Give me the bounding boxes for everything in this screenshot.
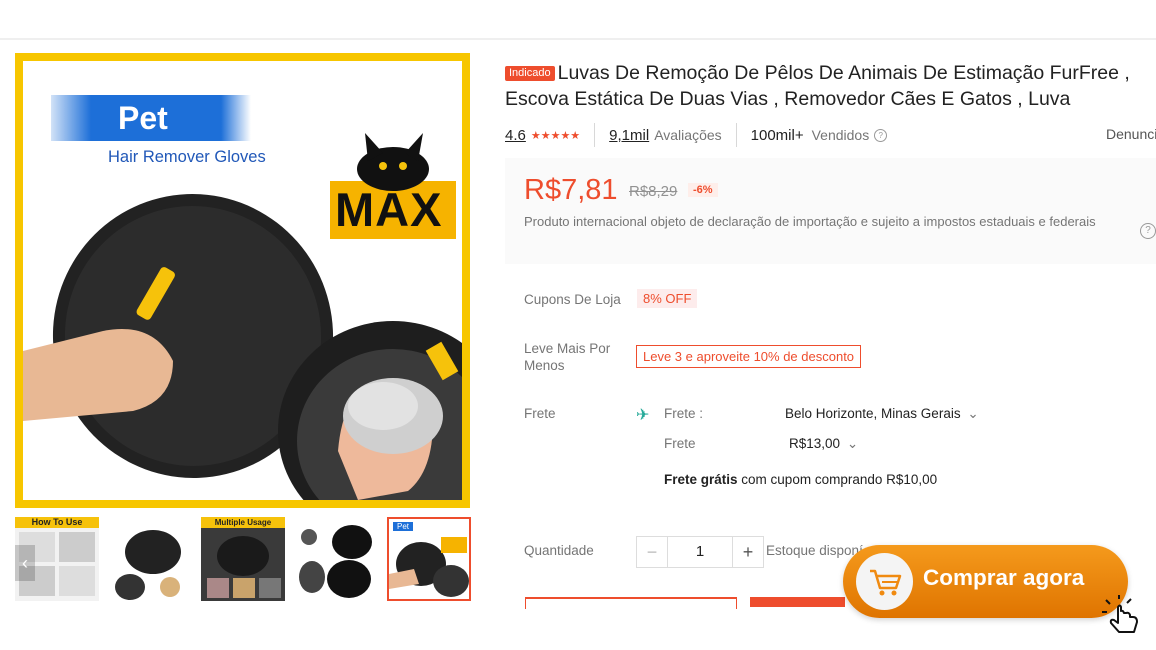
divider [594, 123, 596, 147]
quantity-stepper: − 1 + [636, 536, 764, 568]
rating-stars-icon: ★★★★★ [530, 129, 581, 142]
main-product-image[interactable]: Pet Hair Remover Gloves MAX [15, 53, 470, 508]
destination-text: Belo Horizonte, Minas Gerais [785, 406, 961, 421]
shipping-cost-value: R$13,00 [789, 436, 841, 451]
shipping-label: Frete [524, 406, 556, 421]
thumbnail-2[interactable] [108, 517, 192, 601]
free-shipping-note: Frete grátis com cupom comprando R$10,00 [664, 472, 937, 487]
original-price: R$8,29 [629, 183, 678, 200]
stock-available: Estoque disponí [766, 543, 863, 558]
store-coupon-tag[interactable]: 8% OFF [637, 289, 698, 308]
bundle-deal-tag[interactable]: Leve 3 e aproveite 10% de desconto [636, 345, 862, 368]
discount-badge: -6% [688, 183, 718, 197]
product-photo [23, 95, 462, 500]
thumbnail-caption: Pet [393, 522, 414, 531]
promo-heading: Pet [118, 100, 168, 136]
thumbnail-caption: How To Use [15, 517, 99, 528]
bundle-deal-label: Leve Mais Por Menos [524, 341, 611, 373]
reviews-count[interactable]: 9,1mil [609, 127, 649, 144]
buy-now-button[interactable] [750, 597, 845, 607]
divider [735, 123, 737, 147]
shipping-to-label: Frete : [664, 406, 704, 421]
help-icon[interactable]: ? [1140, 223, 1156, 239]
quantity-label: Quantidade [524, 543, 594, 558]
help-icon[interactable]: ? [874, 128, 888, 142]
quantity-input[interactable]: 1 [667, 537, 733, 567]
top-navigation-bar [0, 0, 1156, 40]
thumbnail-caption: Multiple Usage Scenarios [201, 517, 285, 538]
promo-subheading: Hair Remover Gloves [108, 148, 266, 166]
shipping-cost-label: Frete [664, 436, 696, 451]
thumbnail-5-selected[interactable]: Pet [387, 517, 471, 601]
cart-icon-container [856, 553, 913, 610]
buy-now-label: Comprar agora [923, 565, 1085, 590]
free-shipping-bold: Frete grátis [664, 472, 738, 487]
product-title-text: Luvas De Remoção De Pêlos De Animais De … [505, 62, 1130, 110]
add-to-cart-button[interactable] [525, 597, 737, 609]
international-import-note: Produto internacional objeto de declaraç… [524, 214, 1096, 229]
pointer-hand-icon [1102, 595, 1138, 633]
shopping-cart-icon [870, 569, 902, 596]
shipping-cost[interactable]: R$13,00 ⌄ [789, 436, 858, 452]
chevron-down-icon: ⌄ [846, 436, 859, 451]
recommended-badge: Indicado [505, 66, 555, 81]
store-coupons-label: Cupons De Loja [524, 292, 621, 307]
gallery-prev-button[interactable]: ‹ [15, 545, 35, 581]
sold-count: 100mil+ [750, 126, 804, 144]
truck-icon: ✈ [636, 407, 650, 424]
sold-label: Vendidos [811, 127, 870, 143]
rating-row: 4.6 ★★★★★ 9,1mil Avaliações 100mil+ Vend… [505, 123, 888, 147]
chevron-left-icon: ‹ [22, 553, 28, 573]
chevron-down-icon: ⌄ [967, 406, 979, 421]
decrease-button[interactable]: − [637, 537, 667, 567]
thumbnail-4[interactable] [294, 517, 378, 601]
reviews-label: Avaliações [654, 127, 722, 143]
report-link[interactable]: Denunci [1106, 126, 1156, 142]
shipping-destination[interactable]: Belo Horizonte, Minas Gerais ⌄ [785, 406, 979, 422]
product-title: Indicado Luvas De Remoção De Pêlos De Ani… [505, 60, 1153, 112]
current-price: R$7,81 [524, 174, 618, 206]
buy-now-cta-button[interactable]: Comprar agora [843, 545, 1128, 618]
free-shipping-text: com cupom comprando R$10,00 [741, 472, 938, 487]
rating-value[interactable]: 4.6 [505, 127, 526, 144]
increase-button[interactable]: + [733, 537, 763, 567]
brand-logo: MAX [335, 183, 443, 236]
thumbnail-3[interactable]: Multiple Usage Scenarios [201, 517, 285, 601]
